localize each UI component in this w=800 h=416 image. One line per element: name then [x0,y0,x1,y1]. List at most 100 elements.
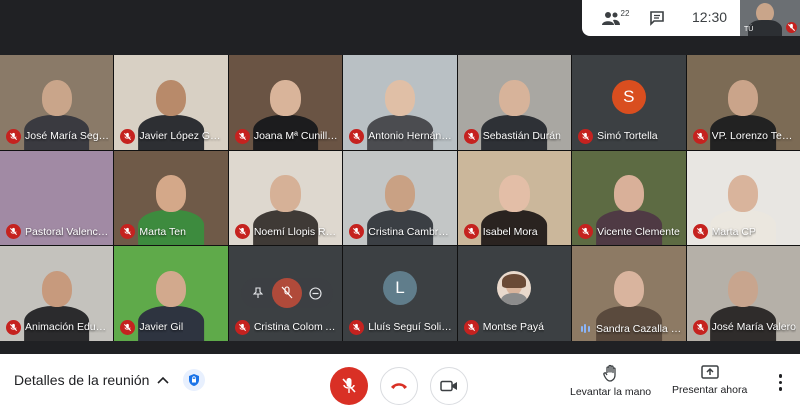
mic-off-icon [234,224,250,240]
mic-off-icon [120,224,136,240]
participant-name-label: José María Valero [692,319,796,335]
participant-avatar: S [611,79,646,114]
participant-name: Noemí Llopis Ruiz [253,225,339,238]
participant-tile[interactable]: Javier Gil [114,246,228,341]
participant-tile[interactable]: José María Valero [686,246,800,341]
participant-name: Sebastián Durán [482,130,561,143]
participant-tile[interactable]: Marta Ten [114,150,228,246]
mic-off-icon [578,224,594,240]
mic-off-icon [692,128,708,144]
participant-name-label: Noemí Llopis Ruiz [234,224,339,240]
participant-tile[interactable]: L Lluís Seguí Soliv… [343,246,457,341]
present-now-button[interactable]: Presentar ahora [672,364,747,396]
mic-off-icon [234,128,250,144]
leave-call-button[interactable] [380,367,418,405]
self-view[interactable]: TÚ [740,0,800,36]
participant-name: Pastoral Valenci… [25,225,110,238]
participant-name: Javier López Gu… [139,130,224,143]
dot [778,374,782,378]
participant-tile[interactable]: Cristina Colom A… [228,246,343,341]
participant-name: Marta CP [711,225,756,238]
security-shield-icon[interactable] [183,369,205,391]
participant-name: Javier Gil [139,321,184,334]
participant-tile[interactable]: Pastoral Valenci… [0,150,114,246]
participant-name: Cristina Colom A… [253,321,339,334]
participant-name: VP. Lorenzo Teba… [711,130,796,143]
participant-name-label: Cristina Colom A… [234,319,339,335]
present-screen-icon [700,365,719,379]
participant-tile[interactable]: Vicente Clemente [572,150,686,246]
remove-participant-button[interactable] [305,282,327,304]
participant-tile[interactable]: Montse Payá [457,246,572,341]
mute-participant-button[interactable] [271,278,302,309]
participant-tile[interactable]: Sebastián Durán [457,55,572,150]
participant-name-label: Sandra Cazalla R… [578,323,682,335]
mic-off-icon [120,128,136,144]
participant-tile[interactable]: S Simó Tortella [572,55,686,150]
participant-name-label: Lluís Seguí Soliv… [349,319,453,335]
participant-tile[interactable]: Javier López Gu… [114,55,228,150]
meeting-details-button[interactable]: Detalles de la reunión [14,372,169,388]
mic-off-icon [6,319,21,335]
dot [778,387,782,391]
chat-button[interactable] [646,8,668,28]
participant-name-label: Simó Tortella [578,128,681,144]
more-options-button[interactable] [778,374,782,391]
hang-up-icon [391,383,407,389]
participant-name: Simó Tortella [597,130,658,143]
participants-button[interactable]: 22 [600,7,630,29]
participant-name: José María Segu… [25,130,110,143]
participant-tile[interactable]: Antonio Hernánd… [343,55,457,150]
participant-name: Animación Educ… [25,321,110,334]
participant-tile[interactable]: Noemí Llopis Ruiz [228,150,343,246]
raise-hand-button[interactable]: Levantar la mano [570,364,651,398]
mic-off-icon [6,128,21,144]
pin-button[interactable] [247,282,269,304]
mic-off-icon [120,319,136,335]
participant-name-label: Vicente Clemente [578,224,681,240]
dot [778,380,782,384]
participant-name: Cristina Cambro… [368,225,453,238]
participant-photo-avatar [497,270,532,305]
participant-tile[interactable]: Cristina Cambro… [343,150,457,246]
mic-off-icon [786,22,797,33]
participant-tile[interactable]: José María Segu… [0,55,114,150]
self-label: TÚ [744,26,754,33]
people-icon [601,12,620,25]
participant-tile[interactable]: Marta CP [686,150,800,246]
mic-off-icon [349,224,365,240]
participant-tile[interactable]: VP. Lorenzo Teba… [686,55,800,150]
raise-hand-label: Levantar la mano [570,386,652,398]
tile-hover-controls [240,278,333,309]
participant-tile[interactable]: Joana Mª Cunill… [228,55,343,150]
participant-name: Lluís Seguí Soliv… [368,321,453,334]
participant-name: Vicente Clemente [597,225,680,238]
participant-name-label: Pastoral Valenci… [6,224,110,240]
participant-name: Marta Ten [139,225,186,238]
participant-name: Joana Mª Cunill… [253,130,338,143]
participant-name: Isabel Mora [482,225,538,238]
participant-tile[interactable]: Isabel Mora [457,150,572,246]
participant-name-label: Montse Payá [463,319,567,335]
mute-mic-button[interactable] [330,367,368,405]
mic-off-icon [692,319,708,335]
participant-name-label: Antonio Hernánd… [349,128,453,144]
camera-button[interactable] [430,367,468,405]
participants-count: 22 [620,8,630,18]
mic-off-icon [692,224,708,240]
participant-name-label: VP. Lorenzo Teba… [692,128,796,144]
bottom-control-bar: Detalles de la reunión Levantar la mano [0,354,800,416]
mic-off-icon [342,378,356,393]
participant-tile[interactable]: Sandra Cazalla R… [572,246,686,341]
participant-name-label: Isabel Mora [463,224,567,240]
participant-tile[interactable]: Animación Educ… [0,246,114,341]
mic-off-icon [234,319,250,335]
participant-name-label: Javier López Gu… [120,128,224,144]
mic-off-icon [281,286,293,299]
participant-name-label: Animación Educ… [6,319,110,335]
present-now-label: Presentar ahora [672,384,748,396]
participant-avatar: L [382,270,417,305]
mic-off-icon [349,128,365,144]
top-info-bar: 22 12:30 TÚ [582,0,800,36]
mic-off-icon [578,128,594,144]
